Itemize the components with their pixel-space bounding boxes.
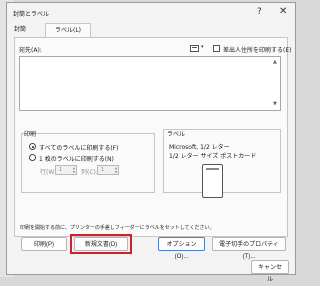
row-value: 1 bbox=[59, 167, 63, 173]
print-single-label-radio[interactable] bbox=[29, 154, 36, 161]
e-postage-properties-button[interactable]: 電子切手のプロパティ(T)... bbox=[212, 237, 286, 260]
row-spinner[interactable]: 1 ▲ ▼ bbox=[55, 165, 77, 175]
title-bar: 封筒とラベル ? ✕ bbox=[7, 3, 295, 23]
address-book-dropdown-icon[interactable]: ▾ bbox=[201, 44, 204, 50]
column-spinner-arrows-icon[interactable]: ▲ ▼ bbox=[115, 166, 117, 174]
print-full-page-radio[interactable] bbox=[29, 143, 36, 150]
use-return-address-label[interactable]: 差出人住所を印刷する(E) bbox=[223, 45, 291, 54]
options-button[interactable]: オプション(O)... bbox=[158, 237, 205, 260]
tab-envelopes[interactable]: 封筒 bbox=[14, 23, 44, 37]
help-icon[interactable]: ? bbox=[257, 7, 262, 17]
dialog-title: 封筒とラベル bbox=[13, 11, 50, 18]
print-single-label-label[interactable]: 1 枚のラベルに印刷する(N) bbox=[39, 154, 114, 163]
scroll-up-icon[interactable]: ▲ bbox=[273, 59, 277, 65]
feeder-hint-text: 印刷を開始する前に、プリンターの手差しフィーダーにラベルをセットしてください。 bbox=[20, 225, 215, 231]
address-label: 宛先(A): bbox=[19, 47, 42, 54]
address-book-icon[interactable] bbox=[190, 45, 199, 52]
column-value: 1 bbox=[101, 167, 105, 173]
close-icon[interactable]: ✕ bbox=[279, 6, 287, 17]
print-full-page-label[interactable]: すべてのラベルに印刷する(F) bbox=[39, 143, 118, 152]
label-vendor-text[interactable]: Microsoft, 1/2 レター bbox=[169, 142, 230, 151]
column-spinner[interactable]: 1 ▲ ▼ bbox=[97, 165, 119, 175]
use-return-address-checkbox[interactable] bbox=[213, 45, 220, 52]
label-product-text[interactable]: 1/2 レター サイズ ポストカード bbox=[169, 151, 256, 160]
row-spinner-arrows-icon[interactable]: ▲ ▼ bbox=[73, 166, 75, 174]
label-group-title: ラベル bbox=[167, 131, 186, 138]
column-label: 列(C): bbox=[81, 169, 98, 176]
print-group-box bbox=[21, 133, 155, 193]
print-button[interactable]: 印刷(P) bbox=[21, 237, 67, 251]
print-group-title: 印刷 bbox=[24, 131, 37, 138]
cancel-button[interactable]: キャンセル bbox=[251, 260, 289, 283]
scroll-down-icon[interactable]: ▼ bbox=[273, 101, 277, 107]
envelopes-and-labels-dialog: 封筒とラベル ? ✕ 封筒 ラベル(L) 宛先(A): ▾ 差出人住所を印刷する… bbox=[6, 2, 296, 283]
tab-labels[interactable]: ラベル(L) bbox=[45, 23, 91, 37]
new-document-button[interactable]: 新規文書(D) bbox=[74, 237, 128, 251]
address-textarea[interactable] bbox=[19, 56, 281, 111]
label-preview-image[interactable] bbox=[202, 164, 223, 198]
